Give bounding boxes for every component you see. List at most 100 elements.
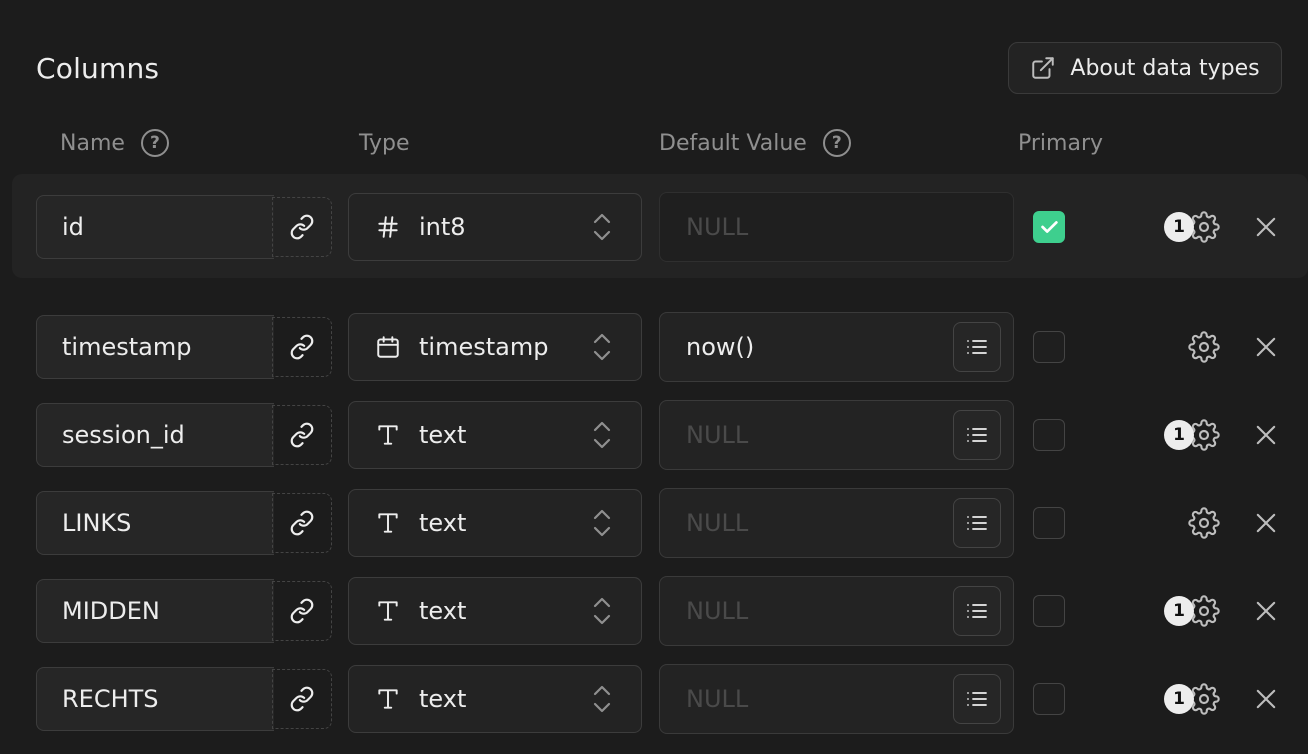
link-icon	[289, 422, 315, 448]
column-name-value: session_id	[62, 421, 185, 449]
column-name-input[interactable]: LINKS	[36, 491, 274, 555]
text-type-icon	[375, 598, 401, 624]
chevron-updown-icon	[591, 419, 613, 451]
close-icon[interactable]	[1252, 509, 1280, 537]
column-type-value: timestamp	[419, 333, 549, 361]
link-icon	[289, 214, 315, 240]
column-row: id int8 NULL 1	[0, 192, 1308, 262]
close-icon[interactable]	[1252, 213, 1280, 241]
chevron-updown-icon	[591, 211, 613, 243]
column-name-input[interactable]: id	[36, 195, 274, 259]
list-icon	[965, 511, 989, 535]
external-link-icon	[1032, 57, 1055, 79]
column-name-value: LINKS	[62, 509, 132, 537]
link-icon	[289, 510, 315, 536]
section-title: Columns	[36, 52, 160, 85]
default-value-text: now()	[686, 333, 755, 361]
suggestions-list-button[interactable]	[953, 674, 1001, 724]
column-type-value: int8	[419, 213, 466, 241]
settings-count-badge: 1	[1164, 684, 1194, 714]
default-value-input[interactable]: NULL	[659, 192, 1014, 262]
default-value-text: NULL	[686, 597, 749, 625]
primary-key-checkbox[interactable]	[1033, 595, 1065, 627]
column-type-select[interactable]: int8	[348, 193, 642, 261]
suggestions-list-button[interactable]	[953, 322, 1001, 372]
column-type-select[interactable]: text	[348, 665, 642, 733]
default-value-input[interactable]: NULL	[659, 664, 1014, 734]
columns-editor: Columns About data types Name ? Type Def…	[0, 0, 1308, 754]
close-icon[interactable]	[1252, 421, 1280, 449]
primary-key-checkbox[interactable]	[1033, 683, 1065, 715]
primary-key-checkbox[interactable]	[1033, 507, 1065, 539]
text-type-icon	[375, 686, 401, 712]
chevron-updown-icon	[591, 683, 613, 715]
primary-key-checkbox[interactable]	[1033, 419, 1065, 451]
chevron-updown-icon	[591, 595, 613, 627]
primary-key-checkbox[interactable]	[1033, 331, 1065, 363]
primary-key-checkbox[interactable]	[1033, 211, 1065, 243]
column-type-select[interactable]: text	[348, 577, 642, 645]
list-icon	[965, 423, 989, 447]
column-type-select[interactable]: text	[348, 489, 642, 557]
settings-count-badge: 1	[1164, 212, 1194, 242]
column-name-value: id	[62, 213, 84, 241]
column-name-value: MIDDEN	[62, 597, 160, 625]
default-value-input[interactable]: now()	[659, 312, 1014, 382]
column-row: RECHTS text NULL 1	[0, 664, 1308, 734]
foreign-key-link-button[interactable]	[272, 669, 332, 729]
column-type-select[interactable]: timestamp	[348, 313, 642, 381]
foreign-key-link-button[interactable]	[272, 317, 332, 377]
default-value-input[interactable]: NULL	[659, 488, 1014, 558]
list-icon	[965, 599, 989, 623]
hash-icon	[375, 214, 401, 240]
column-type-value: text	[419, 421, 467, 449]
foreign-key-link-button[interactable]	[272, 493, 332, 553]
about-data-types-button[interactable]: About data types	[1008, 42, 1282, 94]
chevron-updown-icon	[591, 331, 613, 363]
gear-icon[interactable]	[1188, 507, 1220, 539]
default-value-text: NULL	[686, 421, 749, 449]
default-value-input[interactable]: NULL	[659, 400, 1014, 470]
name-header-label: Name	[60, 130, 125, 156]
column-name-value: RECHTS	[62, 685, 159, 713]
column-name-input[interactable]: MIDDEN	[36, 579, 274, 643]
column-row: session_id text NULL 1	[0, 400, 1308, 470]
name-help-icon[interactable]: ?	[140, 129, 169, 157]
column-row: LINKS text NULL	[0, 488, 1308, 558]
chevron-updown-icon	[591, 507, 613, 539]
suggestions-list-button[interactable]	[953, 586, 1001, 636]
column-type-value: text	[419, 685, 467, 713]
close-icon[interactable]	[1252, 597, 1280, 625]
list-icon	[965, 335, 989, 359]
type-header-label: Type	[359, 130, 410, 156]
gear-icon[interactable]	[1188, 331, 1220, 363]
close-icon[interactable]	[1252, 333, 1280, 361]
foreign-key-link-button[interactable]	[272, 197, 332, 257]
column-name-value: timestamp	[62, 333, 192, 361]
calendar-icon	[375, 334, 401, 360]
suggestions-list-button[interactable]	[953, 410, 1001, 460]
default-value-help-icon[interactable]: ?	[822, 129, 851, 157]
settings-count-badge: 1	[1164, 596, 1194, 626]
check-icon	[1038, 216, 1060, 238]
close-icon[interactable]	[1252, 685, 1280, 713]
primary-header-label: Primary	[1018, 130, 1104, 156]
default-value-column-header: Default Value ?	[659, 128, 851, 158]
link-icon	[289, 334, 315, 360]
default-value-header-label: Default Value	[659, 130, 807, 156]
column-name-input[interactable]: session_id	[36, 403, 274, 467]
foreign-key-link-button[interactable]	[272, 581, 332, 641]
link-icon	[289, 686, 315, 712]
column-row: timestamp timestamp now()	[0, 312, 1308, 382]
about-data-types-label: About data types	[1070, 55, 1260, 81]
suggestions-list-button[interactable]	[953, 498, 1001, 548]
primary-column-header: Primary	[1018, 128, 1103, 158]
column-row: MIDDEN text NULL 1	[0, 576, 1308, 646]
name-column-header: Name ?	[60, 128, 169, 158]
column-name-input[interactable]: timestamp	[36, 315, 274, 379]
column-type-select[interactable]: text	[348, 401, 642, 469]
default-value-input[interactable]: NULL	[659, 576, 1014, 646]
list-icon	[965, 687, 989, 711]
foreign-key-link-button[interactable]	[272, 405, 332, 465]
column-name-input[interactable]: RECHTS	[36, 667, 274, 731]
